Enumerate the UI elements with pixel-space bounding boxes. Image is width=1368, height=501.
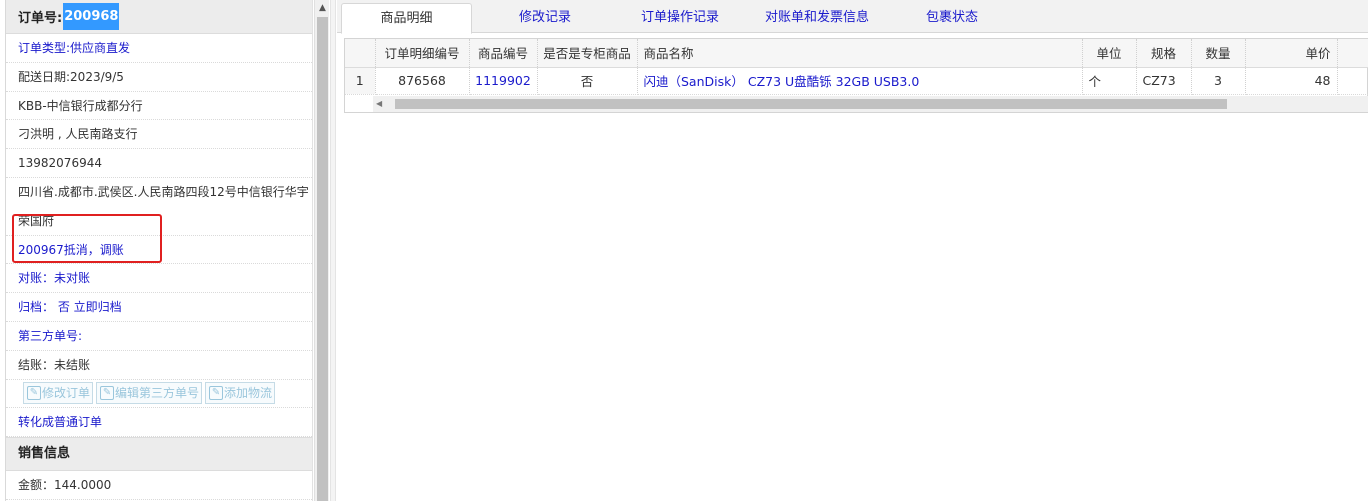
product-id-link[interactable]: 1119902 (469, 67, 538, 95)
table-row[interactable]: 1 876568 1119902 否 闪迪（SanDisk） CZ73 U盘酷铄… (345, 67, 1368, 95)
archive-status[interactable]: 归档： 否 立即归档 (6, 293, 312, 322)
horizontal-scrollbar-thumb[interactable] (395, 99, 1227, 109)
edit-third-party-label: 编辑第三方单号 (115, 386, 200, 401)
spec-cell: CZ73 (1136, 67, 1192, 95)
order-info-panel: 订单号: 200968 订单类型:供应商直发 配送日期:2023/9/5 KBB… (6, 0, 313, 501)
grid-horizontal-scrollbar[interactable]: ◀ (373, 96, 1368, 112)
contact-name: 刁洪明 , 人民南路支行 (6, 120, 312, 150)
column-header[interactable]: 单价 (1245, 39, 1338, 68)
tab-edit-history[interactable]: 修改记录 (487, 3, 603, 34)
scroll-up-icon[interactable]: ▲ (315, 0, 330, 17)
column-header[interactable]: 数量 (1191, 39, 1246, 68)
customer-company: KBB-中信银行成都分行 (6, 92, 312, 121)
column-header[interactable]: 单位 (1082, 39, 1137, 68)
tab-package-status[interactable]: 包裹状态 (897, 3, 1007, 34)
sales-section-header: 销售信息 (6, 437, 312, 472)
column-header[interactable]: 订单明细编号 (375, 39, 470, 68)
column-header[interactable]: 是否是专柜商品 (537, 39, 638, 68)
tab-operation-log[interactable]: 订单操作记录 (620, 3, 740, 34)
table-header-row: 订单明细编号 商品编号 是否是专柜商品 商品名称 单位 规格 数量 单价 (345, 39, 1368, 68)
action-buttons: ✎ 修改订单 ✎ 编辑第三方单号 ✎ 添加物流 (6, 380, 312, 409)
column-header[interactable]: 商品编号 (469, 39, 538, 68)
add-logistics-label: 添加物流 (224, 386, 273, 401)
edit-order-label: 修改订单 (42, 386, 91, 401)
product-name-link[interactable]: 闪迪（SanDisk） CZ73 U盘酷铄 32GB USB3.0 (637, 67, 1083, 95)
edit-icon: ✎ (27, 386, 41, 401)
tab-product-details[interactable]: 商品明细 (341, 3, 472, 34)
delivery-address: 四川省.成都市.武侯区.人民南路四段12号中信银行华宇荣国府 (6, 178, 312, 236)
add-logistics-button[interactable]: ✎ 添加物流 (205, 382, 276, 405)
scroll-left-icon[interactable]: ◀ (376, 96, 382, 112)
sales-amount: 金额：144.0000 (6, 471, 312, 500)
scrollbar-thumb[interactable] (317, 17, 328, 501)
left-panel-scrollbar[interactable]: ▲ (314, 0, 329, 501)
counter-flag-cell: 否 (537, 67, 638, 95)
contact-phone: 13982076944 (6, 149, 312, 178)
app-root: 订单号: 200968 订单类型:供应商直发 配送日期:2023/9/5 KBB… (0, 0, 1368, 501)
quantity-cell: 3 (1191, 67, 1246, 95)
column-header[interactable]: 商品名称 (637, 39, 1083, 68)
third-party-number: 第三方单号: (6, 322, 312, 351)
column-header-extra (1337, 39, 1368, 68)
convert-order-link[interactable]: 转化成普通订单 (6, 408, 312, 438)
delivery-date: 配送日期:2023/9/5 (6, 63, 312, 92)
detail-panel: 商品明细 修改记录 订单操作记录 对账单和发票信息 包裹状态 订单明细编号 商品… (337, 0, 1368, 501)
settle-status: 结账：未结账 (6, 351, 312, 380)
row-number-header (345, 39, 376, 68)
order-number-value[interactable]: 200968 (63, 3, 120, 30)
reconcile-status[interactable]: 对账：未对账 (6, 264, 312, 294)
tab-reconcile-invoice[interactable]: 对账单和发票信息 (752, 3, 882, 34)
extra-cell (1337, 67, 1368, 95)
row-number: 1 (345, 67, 376, 95)
order-header: 订单号: 200968 (6, 0, 312, 34)
unit-cell: 个 (1082, 67, 1137, 95)
order-number-label: 订单号: (18, 11, 63, 26)
edit-order-button[interactable]: ✎ 修改订单 (23, 382, 94, 405)
column-header[interactable]: 规格 (1136, 39, 1192, 68)
edit-third-party-button[interactable]: ✎ 编辑第三方单号 (96, 382, 203, 405)
detail-id-cell: 876568 (375, 67, 470, 95)
price-cell: 48 (1245, 67, 1338, 95)
panel-splitter[interactable] (330, 0, 336, 501)
product-table: 订单明细编号 商品编号 是否是专柜商品 商品名称 单位 规格 数量 单价 1 8… (345, 39, 1368, 95)
tab-bar: 商品明细 修改记录 订单操作记录 对账单和发票信息 包裹状态 (337, 0, 1368, 34)
order-remark: 200967抵消，调账 (6, 236, 312, 265)
product-grid: 订单明细编号 商品编号 是否是专柜商品 商品名称 单位 规格 数量 单价 1 8… (344, 38, 1368, 113)
order-type: 订单类型:供应商直发 (6, 34, 312, 63)
edit-icon: ✎ (209, 386, 224, 401)
edit-icon: ✎ (100, 386, 115, 401)
